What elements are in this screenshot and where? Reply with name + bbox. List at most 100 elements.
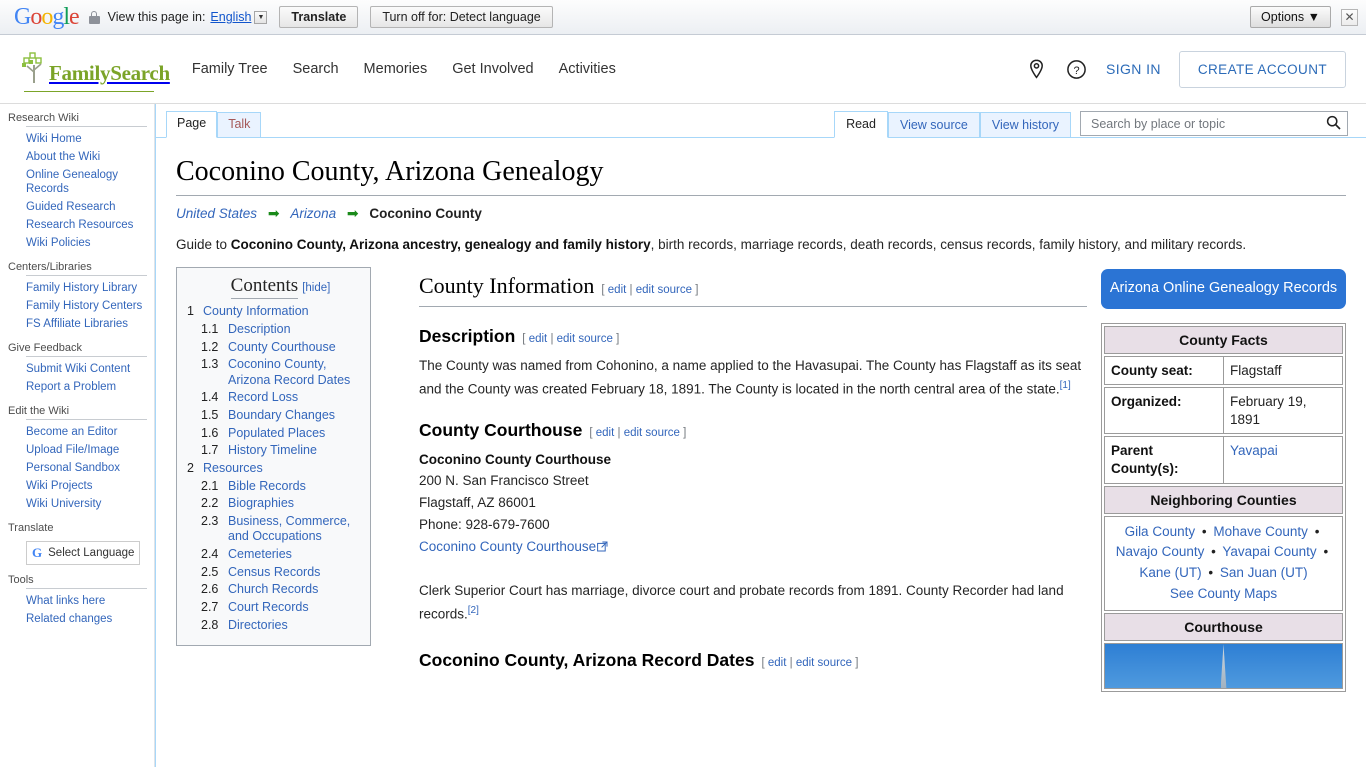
sidebar-item-guided-research[interactable]: Guided Research [26, 198, 147, 216]
toc-link-church-records[interactable]: Church Records [228, 582, 318, 598]
sidebar-item-what-links-here[interactable]: What links here [26, 592, 147, 610]
tab-view-source[interactable]: View source [887, 112, 980, 138]
create-account-button[interactable]: CREATE ACCOUNT [1178, 50, 1346, 88]
toc-link-resources[interactable]: Resources [203, 461, 263, 477]
see-county-maps-link[interactable]: See County Maps [1170, 586, 1277, 601]
nav-item-family-tree[interactable]: Family Tree [192, 61, 268, 77]
toc-item[interactable]: 1 County Information [185, 304, 358, 320]
toc-link-business-commerce[interactable]: Business, Commerce, and Occupations [228, 514, 358, 545]
toc-link-biographies[interactable]: Biographies [228, 496, 294, 512]
select-language-dropdown[interactable]: G Select Language [26, 541, 141, 566]
search-icon[interactable] [1326, 115, 1341, 133]
toc-item[interactable]: 2.1 Bible Records [185, 479, 358, 495]
sidebar-item-wiki-policies[interactable]: Wiki Policies [26, 234, 147, 252]
edit-link[interactable]: edit [768, 657, 787, 669]
toc-link-boundary-changes[interactable]: Boundary Changes [228, 408, 335, 424]
toc-link-county-courthouse[interactable]: County Courthouse [228, 340, 336, 356]
sidebar-item-online-genealogy-records[interactable]: Online Genealogy Records [26, 166, 147, 198]
neighbor-kane-ut[interactable]: Kane (UT) [1139, 565, 1201, 580]
search-box[interactable] [1080, 111, 1348, 136]
toc-item[interactable]: 2.4 Cemeteries [185, 547, 358, 563]
arizona-online-records-button[interactable]: Arizona Online Genealogy Records [1101, 269, 1346, 309]
sidebar-item-upload-file-image[interactable]: Upload File/Image [26, 441, 147, 459]
toc-hide-link[interactable]: [hide] [302, 282, 330, 294]
location-pin-icon[interactable] [1026, 58, 1048, 80]
reference-1[interactable]: [1] [1060, 379, 1071, 391]
toc-item[interactable]: 2.8 Directories [185, 618, 358, 634]
tab-view-history[interactable]: View history [979, 112, 1071, 138]
edit-link[interactable]: edit [529, 333, 548, 345]
toc-item[interactable]: 2.2 Biographies [185, 496, 358, 512]
toc-link-court-records[interactable]: Court Records [228, 600, 309, 616]
sign-in-link[interactable]: SIGN IN [1106, 61, 1161, 77]
neighbor-navajo-county[interactable]: Navajo County [1116, 544, 1205, 559]
nav-item-get-involved[interactable]: Get Involved [452, 61, 533, 77]
reference-2[interactable]: [2] [468, 604, 479, 616]
courthouse-website-link[interactable]: Coconino County Courthouse [419, 539, 596, 554]
toc-link-populated-places[interactable]: Populated Places [228, 426, 325, 442]
toc-item[interactable]: 1.1 Description [185, 322, 358, 338]
neighbor-yavapai-county[interactable]: Yavapai County [1222, 544, 1316, 559]
sidebar-item-become-an-editor[interactable]: Become an Editor [26, 423, 147, 441]
toc-item[interactable]: 1.5 Boundary Changes [185, 408, 358, 424]
tab-read[interactable]: Read [834, 111, 888, 138]
help-circle-icon[interactable]: ? [1066, 58, 1088, 80]
sidebar-item-wiki-home[interactable]: Wiki Home [26, 130, 147, 148]
sidebar-item-related-changes[interactable]: Related changes [26, 610, 147, 628]
reference-link[interactable]: [1] [1060, 380, 1071, 391]
tab-talk[interactable]: Talk [217, 112, 262, 138]
sidebar-item-family-history-library[interactable]: Family History Library [26, 279, 147, 297]
toc-link-census-records[interactable]: Census Records [228, 565, 320, 581]
breadcrumb-arizona[interactable]: Arizona [290, 206, 336, 221]
neighbor-mohave-county[interactable]: Mohave County [1213, 524, 1308, 539]
edit-source-link[interactable]: edit source [624, 427, 680, 439]
toc-link-record-loss[interactable]: Record Loss [228, 390, 298, 406]
toc-link-history-timeline[interactable]: History Timeline [228, 443, 317, 459]
sidebar-item-family-history-centers[interactable]: Family History Centers [26, 297, 147, 315]
nav-item-activities[interactable]: Activities [559, 61, 616, 77]
edit-source-link[interactable]: edit source [636, 284, 692, 296]
edit-link[interactable]: edit [596, 427, 615, 439]
toc-item[interactable]: 2 Resources [185, 461, 358, 477]
sidebar-item-submit-wiki-content[interactable]: Submit Wiki Content [26, 360, 147, 378]
turn-off-translate-button[interactable]: Turn off for: Detect language [370, 6, 553, 28]
tab-page[interactable]: Page [166, 111, 218, 138]
parent-county-link[interactable]: Yavapai [1230, 443, 1278, 458]
toc-link-record-dates[interactable]: Coconino County, Arizona Record Dates [228, 357, 358, 388]
sidebar-item-fs-affiliate-libraries[interactable]: FS Affiliate Libraries [26, 315, 147, 333]
neighbor-san-juan-ut[interactable]: San Juan (UT) [1220, 565, 1308, 580]
toc-item[interactable]: 1.3 Coconino County, Arizona Record Dates [185, 357, 358, 388]
toc-link-bible-records[interactable]: Bible Records [228, 479, 306, 495]
toc-item[interactable]: 1.2 County Courthouse [185, 340, 358, 356]
nav-item-search[interactable]: Search [293, 61, 339, 77]
breadcrumb-united-states[interactable]: United States [176, 206, 257, 221]
search-input[interactable] [1089, 115, 1326, 132]
edit-source-link[interactable]: edit source [796, 657, 852, 669]
reference-link[interactable]: [2] [468, 605, 479, 616]
neighbor-gila-county[interactable]: Gila County [1125, 524, 1196, 539]
sidebar-item-wiki-projects[interactable]: Wiki Projects [26, 477, 147, 495]
toc-item[interactable]: 2.3 Business, Commerce, and Occupations [185, 514, 358, 545]
close-icon[interactable]: ✕ [1341, 8, 1358, 26]
sidebar-item-report-a-problem[interactable]: Report a Problem [26, 378, 147, 396]
sidebar-item-about-the-wiki[interactable]: About the Wiki [26, 148, 147, 166]
toc-item[interactable]: 1.7 History Timeline [185, 443, 358, 459]
toc-item[interactable]: 1.6 Populated Places [185, 426, 358, 442]
sidebar-item-wiki-university[interactable]: Wiki University [26, 495, 147, 513]
toc-link-cemeteries[interactable]: Cemeteries [228, 547, 292, 563]
toc-item[interactable]: 1.4 Record Loss [185, 390, 358, 406]
chevron-down-icon[interactable]: ▼ [254, 10, 268, 24]
toc-link-directories[interactable]: Directories [228, 618, 288, 634]
sidebar-item-personal-sandbox[interactable]: Personal Sandbox [26, 459, 147, 477]
toc-item[interactable]: 2.6 Church Records [185, 582, 358, 598]
toc-item[interactable]: 2.7 Court Records [185, 600, 358, 616]
edit-source-link[interactable]: edit source [557, 333, 613, 345]
toc-link-description[interactable]: Description [228, 322, 291, 338]
sidebar-item-research-resources[interactable]: Research Resources [26, 216, 147, 234]
translate-button[interactable]: Translate [279, 6, 359, 28]
toc-item[interactable]: 2.5 Census Records [185, 565, 358, 581]
edit-link[interactable]: edit [608, 284, 627, 296]
nav-item-memories[interactable]: Memories [364, 61, 428, 77]
toc-link-county-information[interactable]: County Information [203, 304, 309, 320]
familysearch-logo[interactable]: FamilySearch [20, 50, 170, 92]
